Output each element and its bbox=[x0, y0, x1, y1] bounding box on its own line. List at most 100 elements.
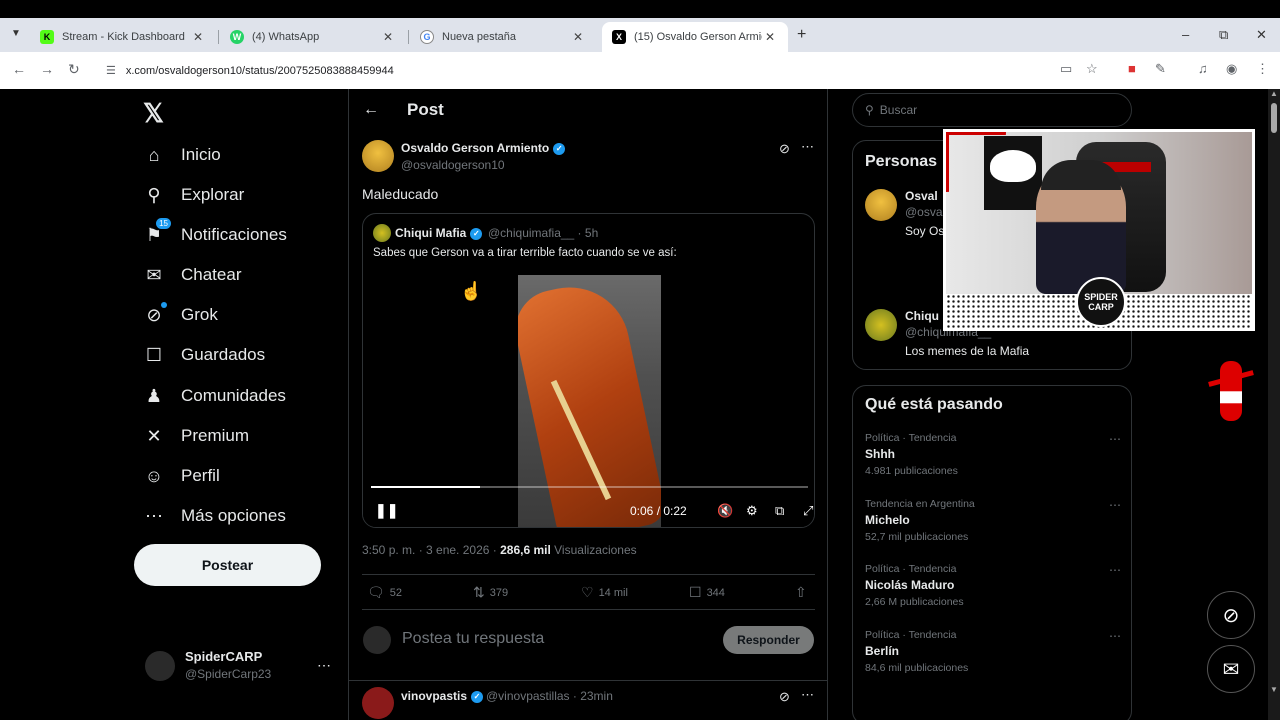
address-bar-row: ← → ↻ ☰ x.com/osvaldogerson10/status/200… bbox=[0, 52, 1280, 89]
url-field[interactable]: ☰ x.com/osvaldogerson10/status/200752508… bbox=[98, 57, 1048, 84]
scroll-up-icon[interactable]: ▲ bbox=[1270, 89, 1278, 98]
trend-posts: 84,6 mil publicaciones bbox=[865, 662, 969, 674]
repost-icon: ⇅ bbox=[473, 584, 485, 600]
share-action[interactable]: ⇧ bbox=[795, 584, 812, 601]
video-progress-bar[interactable] bbox=[371, 486, 808, 488]
nav-item-grok[interactable]: ⊘ Grok bbox=[143, 302, 218, 328]
tab-new-tab[interactable]: G Nueva pestaña ✕ bbox=[410, 22, 596, 52]
bookmark-icon: ☐ bbox=[145, 344, 163, 365]
reply-button[interactable]: Responder bbox=[723, 626, 814, 654]
trend-posts: 4.981 publicaciones bbox=[865, 465, 958, 477]
more-icon[interactable]: ⋯ bbox=[1109, 563, 1121, 577]
nav-item-inicio[interactable]: ⌂ Inicio bbox=[143, 142, 221, 168]
mute-icon[interactable]: 🔇 bbox=[717, 503, 733, 519]
nav-item-notificaciones[interactable]: ⚑ 15 Notificaciones bbox=[143, 218, 287, 248]
trend-item[interactable]: Política · Tendencia Shhh 4.981 publicac… bbox=[865, 432, 1125, 477]
nav-item-guardados[interactable]: ☐ Guardados bbox=[143, 342, 265, 368]
grok-icon[interactable]: ⊘ bbox=[779, 689, 790, 705]
like-count: 14 mil bbox=[598, 586, 628, 599]
mail-icon: ✉ bbox=[146, 264, 162, 285]
tab-kick-dashboard[interactable]: K Stream - Kick Dashboard ✕ bbox=[30, 22, 216, 52]
close-tab-icon[interactable]: ✕ bbox=[762, 30, 778, 44]
more-icon[interactable]: ⋯ bbox=[1109, 498, 1121, 512]
post-column: ← Post Osvaldo Gerson Armiento ✓ @osvaldo… bbox=[348, 89, 828, 720]
reply-input[interactable]: Postea tu respuesta bbox=[402, 630, 544, 648]
close-tab-icon[interactable]: ✕ bbox=[190, 30, 206, 44]
reply-author-text: vinovpastis bbox=[401, 689, 468, 703]
like-action[interactable]: ♡ 14 mil bbox=[581, 584, 628, 601]
fullscreen-icon[interactable]: ⤢ bbox=[803, 503, 813, 519]
trend-item[interactable]: Política · Tendencia Nicolás Maduro 2,66… bbox=[865, 563, 1125, 608]
settings-gear-icon[interactable]: ⚙ bbox=[746, 503, 758, 519]
tab-x-post[interactable]: X (15) Osvaldo Gerson Armiento ✕ bbox=[602, 22, 788, 52]
more-icon[interactable]: ⋯ bbox=[801, 687, 814, 703]
reload-icon[interactable]: ↻ bbox=[68, 61, 80, 78]
extensions-icon[interactable]: ✎ bbox=[1155, 61, 1166, 77]
search-box[interactable]: ⚲ bbox=[852, 93, 1132, 127]
tab-search-button[interactable]: ▼ bbox=[8, 28, 24, 44]
tab-whatsapp[interactable]: W (4) WhatsApp ✕ bbox=[220, 22, 406, 52]
search-input[interactable] bbox=[879, 103, 1100, 117]
nav-item-premium[interactable]: ✕ Premium bbox=[143, 423, 249, 449]
more-icon[interactable]: ⋯ bbox=[317, 657, 331, 674]
x-logo-icon[interactable]: 𝕏 bbox=[143, 98, 164, 129]
grok-icon[interactable]: ⊘ bbox=[779, 141, 790, 157]
menu-icon[interactable]: ⋮ bbox=[1256, 61, 1269, 77]
post-button[interactable]: Postear bbox=[134, 544, 321, 586]
repost-action[interactable]: ⇅ 379 bbox=[473, 584, 508, 601]
quoted-post[interactable]: Chiqui Mafia ✓ @chiquimafia__ · 5h Sabes … bbox=[362, 213, 815, 528]
profile-icon[interactable]: ◉ bbox=[1226, 61, 1237, 77]
nav-label: Comunidades bbox=[181, 386, 286, 405]
nav-item-chatear[interactable]: ✉ Chatear bbox=[143, 262, 241, 288]
back-icon[interactable]: ← bbox=[12, 61, 26, 77]
page-title: Post bbox=[407, 100, 444, 119]
account-switcher[interactable]: SpiderCARP @SpiderCarp23 ⋯ bbox=[145, 649, 335, 689]
close-tab-icon[interactable]: ✕ bbox=[380, 30, 396, 44]
quote-author-name: Chiqui Mafia ✓ bbox=[395, 226, 483, 240]
messages-float-button[interactable]: ✉ bbox=[1207, 645, 1255, 693]
more-icon[interactable]: ⋯ bbox=[801, 139, 814, 155]
media-control-icon[interactable]: ♫ bbox=[1198, 61, 1208, 76]
more-icon[interactable]: ⋯ bbox=[1109, 432, 1121, 446]
author-name[interactable]: Osvaldo Gerson Armiento ✓ bbox=[401, 141, 566, 155]
close-tab-icon[interactable]: ✕ bbox=[570, 30, 586, 44]
grok-float-button[interactable]: ⊘ bbox=[1207, 591, 1255, 639]
reply-author-handle: @vinovpastillas · 23min bbox=[486, 689, 613, 703]
author-avatar[interactable] bbox=[362, 140, 394, 172]
bookmark-star-icon[interactable]: ☆ bbox=[1086, 61, 1098, 77]
close-window-icon[interactable]: ✕ bbox=[1256, 27, 1267, 43]
nav-item-perfil[interactable]: ☺ Perfil bbox=[143, 463, 220, 489]
reply-author-name[interactable]: vinovpastis ✓ bbox=[401, 689, 484, 703]
cast-icon[interactable]: ▭ bbox=[1060, 61, 1072, 77]
site-info-icon[interactable]: ☰ bbox=[106, 64, 116, 77]
streamer-webcam-overlay: SPIDER CARP bbox=[943, 129, 1255, 331]
scroll-thumb[interactable] bbox=[1271, 103, 1277, 133]
quote-text: Sabes que Gerson va a tirar terrible fac… bbox=[373, 247, 677, 259]
picture-in-picture-icon[interactable]: ⧉ bbox=[775, 503, 784, 519]
forward-icon[interactable]: → bbox=[40, 61, 54, 77]
verified-icon: ✓ bbox=[553, 142, 566, 155]
video-progress-fill bbox=[371, 486, 481, 488]
back-arrow-icon[interactable]: ← bbox=[363, 101, 379, 119]
pause-icon[interactable]: ❚❚ bbox=[375, 502, 398, 519]
more-icon[interactable]: ⋯ bbox=[1109, 629, 1121, 643]
video-player[interactable]: ❚❚ 0:06 / 0:22 🔇 ⚙ ⧉ ⤢ bbox=[363, 275, 814, 527]
extension-badge-icon[interactable]: ■ bbox=[1128, 61, 1136, 76]
nav-item-comunidades[interactable]: ♟ Comunidades bbox=[143, 383, 286, 409]
reply-action[interactable]: 🗨 52 bbox=[367, 584, 402, 601]
scroll-down-icon[interactable]: ▼ bbox=[1270, 685, 1278, 694]
reply-avatar[interactable] bbox=[362, 687, 394, 719]
trend-item[interactable]: Tendencia en Argentina Michelo 52,7 mil … bbox=[865, 498, 1125, 543]
bookmark-action[interactable]: ☐ 344 bbox=[689, 584, 725, 601]
post-timestamp[interactable]: 3:50 p. m. · 3 ene. 2026 · bbox=[362, 543, 497, 557]
nav-item-mas-opciones[interactable]: ⋯ Más opciones bbox=[143, 503, 286, 529]
minimize-icon[interactable]: – bbox=[1182, 27, 1189, 42]
author-handle[interactable]: @osvaldogerson10 bbox=[401, 158, 505, 172]
scrollbar[interactable]: ▲ ▼ bbox=[1268, 89, 1280, 720]
restore-icon[interactable]: ⧉ bbox=[1219, 27, 1228, 43]
new-tab-button[interactable]: + bbox=[797, 26, 806, 44]
nav-item-explorar[interactable]: ⚲ Explorar bbox=[143, 182, 244, 208]
trend-item[interactable]: Política · Tendencia Berlín 84,6 mil pub… bbox=[865, 629, 1125, 674]
nav-label: Inicio bbox=[181, 145, 221, 164]
mouse-cursor-icon: ☝ bbox=[460, 281, 483, 301]
